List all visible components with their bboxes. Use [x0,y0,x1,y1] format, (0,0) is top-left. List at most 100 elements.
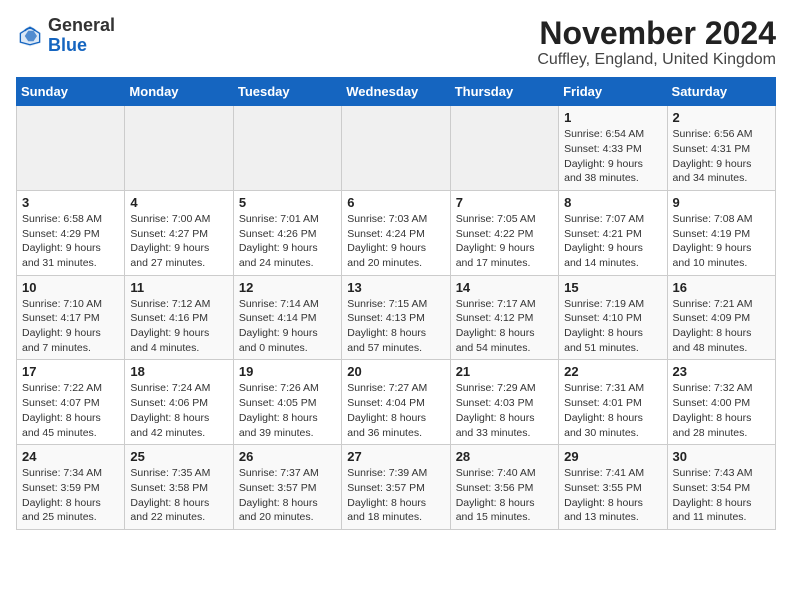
calendar-table: SundayMondayTuesdayWednesdayThursdayFrid… [16,77,776,530]
day-number: 29 [564,449,661,464]
day-cell: 29 Sunrise: 7:41 AM Sunset: 3:55 PM Dayli… [559,445,667,530]
day-cell: 19 Sunrise: 7:26 AM Sunset: 4:05 PM Dayli… [233,360,341,445]
day-number: 2 [673,110,770,125]
day-info: Sunrise: 7:01 AM Sunset: 4:26 PM Dayligh… [239,212,336,271]
day-cell: 17 Sunrise: 7:22 AM Sunset: 4:07 PM Dayli… [17,360,125,445]
day-info: Sunrise: 7:35 AM Sunset: 3:58 PM Dayligh… [130,466,227,525]
day-number: 17 [22,364,119,379]
day-cell: 3 Sunrise: 6:58 AM Sunset: 4:29 PM Daylig… [17,190,125,275]
day-info: Sunrise: 7:07 AM Sunset: 4:21 PM Dayligh… [564,212,661,271]
day-header-friday: Friday [559,78,667,106]
day-cell: 5 Sunrise: 7:01 AM Sunset: 4:26 PM Daylig… [233,190,341,275]
day-cell: 6 Sunrise: 7:03 AM Sunset: 4:24 PM Daylig… [342,190,450,275]
day-info: Sunrise: 7:41 AM Sunset: 3:55 PM Dayligh… [564,466,661,525]
day-number: 22 [564,364,661,379]
day-cell: 18 Sunrise: 7:24 AM Sunset: 4:06 PM Dayli… [125,360,233,445]
day-header-monday: Monday [125,78,233,106]
day-number: 5 [239,195,336,210]
day-cell: 9 Sunrise: 7:08 AM Sunset: 4:19 PM Daylig… [667,190,775,275]
day-number: 6 [347,195,444,210]
day-info: Sunrise: 7:08 AM Sunset: 4:19 PM Dayligh… [673,212,770,271]
title-block: November 2024 Cuffley, England, United K… [537,16,776,69]
day-info: Sunrise: 7:12 AM Sunset: 4:16 PM Dayligh… [130,297,227,356]
logo-icon [16,22,44,50]
day-info: Sunrise: 7:31 AM Sunset: 4:01 PM Dayligh… [564,381,661,440]
day-info: Sunrise: 7:27 AM Sunset: 4:04 PM Dayligh… [347,381,444,440]
week-row-3: 10 Sunrise: 7:10 AM Sunset: 4:17 PM Dayli… [17,275,776,360]
day-cell: 8 Sunrise: 7:07 AM Sunset: 4:21 PM Daylig… [559,190,667,275]
days-header-row: SundayMondayTuesdayWednesdayThursdayFrid… [17,78,776,106]
day-cell: 13Sunrise: 7:15 AM Sunset: 4:13 PM Dayli… [342,275,450,360]
week-row-5: 24 Sunrise: 7:34 AM Sunset: 3:59 PM Dayli… [17,445,776,530]
calendar-body: 1 Sunrise: 6:54 AM Sunset: 4:33 PM Daylig… [17,106,776,530]
week-row-4: 17 Sunrise: 7:22 AM Sunset: 4:07 PM Dayli… [17,360,776,445]
day-info: Sunrise: 7:24 AM Sunset: 4:06 PM Dayligh… [130,381,227,440]
day-info: Sunrise: 7:19 AM Sunset: 4:10 PM Dayligh… [564,297,661,356]
day-cell: 16 Sunrise: 7:21 AM Sunset: 4:09 PM Dayli… [667,275,775,360]
day-number: 10 [22,280,119,295]
day-info: Sunrise: 7:29 AM Sunset: 4:03 PM Dayligh… [456,381,553,440]
day-header-thursday: Thursday [450,78,558,106]
day-info: Sunrise: 7:03 AM Sunset: 4:24 PM Dayligh… [347,212,444,271]
day-number: 8 [564,195,661,210]
day-cell: 21 Sunrise: 7:29 AM Sunset: 4:03 PM Dayli… [450,360,558,445]
day-number: 27 [347,449,444,464]
day-number: 23 [673,364,770,379]
day-info: Sunrise: 6:58 AM Sunset: 4:29 PM Dayligh… [22,212,119,271]
day-cell: 11 Sunrise: 7:12 AM Sunset: 4:16 PM Dayli… [125,275,233,360]
day-cell: 25 Sunrise: 7:35 AM Sunset: 3:58 PM Dayli… [125,445,233,530]
day-cell: 2Sunrise: 6:56 AM Sunset: 4:31 PM Daylig… [667,106,775,191]
day-info: Sunrise: 7:34 AM Sunset: 3:59 PM Dayligh… [22,466,119,525]
day-cell: 24 Sunrise: 7:34 AM Sunset: 3:59 PM Dayli… [17,445,125,530]
day-cell: 10 Sunrise: 7:10 AM Sunset: 4:17 PM Dayli… [17,275,125,360]
day-header-saturday: Saturday [667,78,775,106]
day-number: 18 [130,364,227,379]
day-number: 30 [673,449,770,464]
day-info: Sunrise: 7:10 AM Sunset: 4:17 PM Dayligh… [22,297,119,356]
day-info: Sunrise: 7:32 AM Sunset: 4:00 PM Dayligh… [673,381,770,440]
day-header-tuesday: Tuesday [233,78,341,106]
day-number: 25 [130,449,227,464]
day-cell: 20Sunrise: 7:27 AM Sunset: 4:04 PM Dayli… [342,360,450,445]
week-row-1: 1 Sunrise: 6:54 AM Sunset: 4:33 PM Daylig… [17,106,776,191]
day-cell: 1 Sunrise: 6:54 AM Sunset: 4:33 PM Daylig… [559,106,667,191]
day-header-wednesday: Wednesday [342,78,450,106]
calendar-title: November 2024 [537,16,776,51]
day-number: 19 [239,364,336,379]
day-cell: 27 Sunrise: 7:39 AM Sunset: 3:57 PM Dayli… [342,445,450,530]
day-number: 15 [564,280,661,295]
day-info: Sunrise: 7:05 AM Sunset: 4:22 PM Dayligh… [456,212,553,271]
day-number: 24 [22,449,119,464]
day-info: Sunrise: 7:21 AM Sunset: 4:09 PM Dayligh… [673,297,770,356]
week-row-2: 3 Sunrise: 6:58 AM Sunset: 4:29 PM Daylig… [17,190,776,275]
day-cell: 4 Sunrise: 7:00 AM Sunset: 4:27 PM Daylig… [125,190,233,275]
day-info: Sunrise: 7:14 AM Sunset: 4:14 PM Dayligh… [239,297,336,356]
day-number: 9 [673,195,770,210]
day-cell: 15 Sunrise: 7:19 AM Sunset: 4:10 PM Dayli… [559,275,667,360]
day-number: 3 [22,195,119,210]
day-cell [125,106,233,191]
day-cell [233,106,341,191]
header: General Blue November 2024 Cuffley, Engl… [16,16,776,69]
logo-text: General Blue [48,16,115,56]
day-number: 4 [130,195,227,210]
day-info: Sunrise: 7:17 AM Sunset: 4:12 PM Dayligh… [456,297,553,356]
day-info: Sunrise: 7:26 AM Sunset: 4:05 PM Dayligh… [239,381,336,440]
day-info: Sunrise: 7:22 AM Sunset: 4:07 PM Dayligh… [22,381,119,440]
day-number: 16 [673,280,770,295]
day-cell: 22 Sunrise: 7:31 AM Sunset: 4:01 PM Dayli… [559,360,667,445]
day-info: Sunrise: 7:40 AM Sunset: 3:56 PM Dayligh… [456,466,553,525]
day-cell: 7Sunrise: 7:05 AM Sunset: 4:22 PM Daylig… [450,190,558,275]
day-cell: 14 Sunrise: 7:17 AM Sunset: 4:12 PM Dayli… [450,275,558,360]
day-number: 14 [456,280,553,295]
day-cell: 12 Sunrise: 7:14 AM Sunset: 4:14 PM Dayli… [233,275,341,360]
day-info: Sunrise: 7:00 AM Sunset: 4:27 PM Dayligh… [130,212,227,271]
day-cell: 30Sunrise: 7:43 AM Sunset: 3:54 PM Dayli… [667,445,775,530]
day-info: Sunrise: 6:54 AM Sunset: 4:33 PM Dayligh… [564,127,661,186]
day-number: 1 [564,110,661,125]
day-info: Sunrise: 7:39 AM Sunset: 3:57 PM Dayligh… [347,466,444,525]
day-number: 12 [239,280,336,295]
day-cell [450,106,558,191]
day-number: 21 [456,364,553,379]
day-number: 11 [130,280,227,295]
